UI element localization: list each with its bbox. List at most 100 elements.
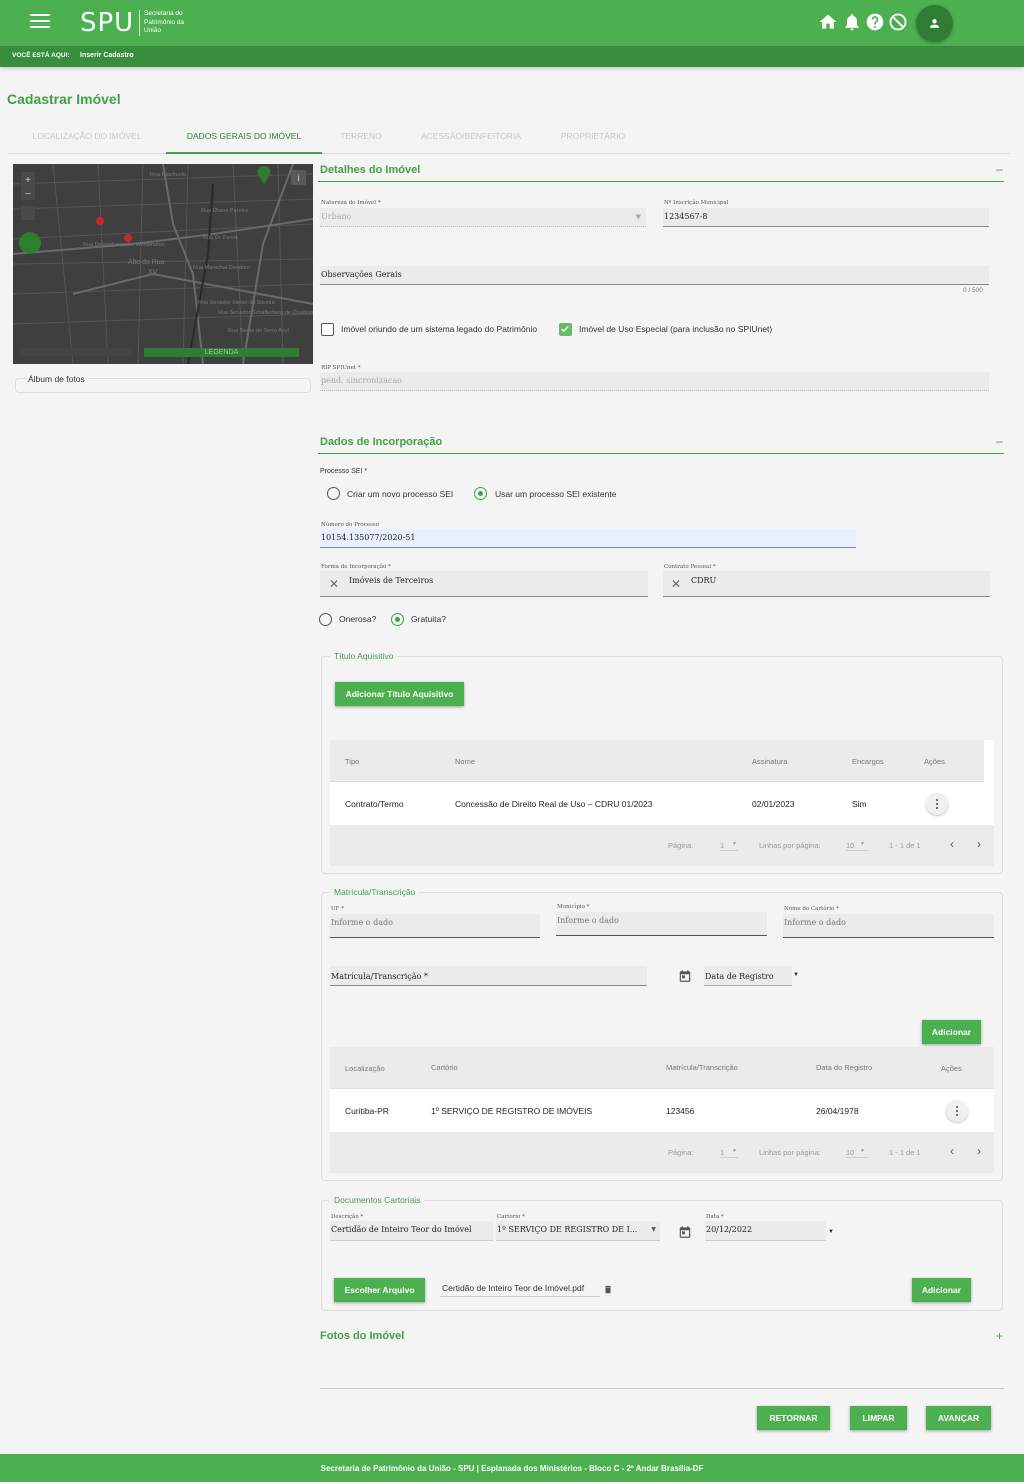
calendar-icon[interactable] bbox=[678, 969, 692, 983]
more-actions-icon[interactable] bbox=[926, 793, 948, 815]
chevron-down-icon: ▼ bbox=[732, 841, 737, 847]
tab-proprietario[interactable]: Proprietário bbox=[542, 120, 644, 154]
section-divider bbox=[318, 181, 1004, 182]
tab-dados-gerais[interactable]: Dados Gerais do Imóvel bbox=[166, 120, 322, 154]
block-icon[interactable] bbox=[888, 12, 908, 32]
radio-gratuita[interactable] bbox=[391, 613, 404, 626]
next-page-icon[interactable]: › bbox=[977, 837, 981, 851]
matricula-input[interactable]: Matrícula/Transcrição * bbox=[330, 966, 647, 986]
section-divider bbox=[318, 453, 1004, 454]
linhas-label: Linhas por página: bbox=[759, 1148, 821, 1157]
table-header bbox=[330, 740, 984, 782]
detalhes-collapse-toggle[interactable]: – bbox=[996, 162, 1003, 176]
linhas-label: Linhas por página: bbox=[759, 841, 821, 850]
column-header: Encargos bbox=[852, 757, 884, 766]
clear-icon[interactable]: ✕ bbox=[329, 574, 339, 594]
cartorio-input[interactable]: Informe o dado bbox=[783, 914, 994, 938]
svg-text:XV: XV bbox=[148, 269, 158, 276]
next-page-icon[interactable]: › bbox=[977, 1144, 981, 1158]
map-legend-button[interactable]: LEGENDA bbox=[144, 348, 299, 357]
gratuita-label: Gratuita? bbox=[411, 614, 446, 624]
forma-select[interactable]: Imóveis de Terceiros ✕ bbox=[320, 571, 648, 597]
radio-novo-processo[interactable] bbox=[327, 487, 340, 500]
cell-localizacao: Curitiba-PR bbox=[345, 1106, 389, 1116]
contrato-select[interactable]: CDRU ✕ bbox=[663, 571, 990, 597]
svg-text:i: i bbox=[298, 173, 300, 183]
cell-tipo: Contrato/Termo bbox=[345, 799, 404, 809]
add-titulo-button[interactable]: Adicionar Título Aquisitivo bbox=[335, 682, 464, 706]
municipio-input[interactable]: Informe o dado bbox=[556, 912, 767, 936]
titulo-legend: Título Aquisitivo bbox=[330, 651, 398, 661]
menu-icon[interactable] bbox=[30, 14, 50, 30]
bell-icon[interactable] bbox=[842, 12, 862, 32]
incorporacao-section-title: Dados de Incorporação bbox=[320, 436, 443, 448]
data-doc-input[interactable]: 20/12/2022 bbox=[705, 1221, 826, 1241]
uso-especial-checkbox[interactable] bbox=[559, 323, 572, 336]
observacoes-input[interactable]: Observações Gerais bbox=[320, 266, 989, 285]
cartorio-label: Nome do Cartório * bbox=[784, 906, 839, 912]
data-registro-input[interactable]: Data de Registro bbox=[704, 966, 792, 986]
prev-page-icon[interactable]: ‹ bbox=[950, 1144, 954, 1158]
uso-especial-label: Imóvel de Uso Especial (para inclusão no… bbox=[579, 324, 773, 334]
tab-localizacao[interactable]: Localização do Imóvel bbox=[8, 120, 166, 154]
clear-icon[interactable]: ✕ bbox=[671, 574, 681, 594]
cartorio-doc-label: Cartorio * bbox=[497, 1214, 525, 1220]
table-row: Contrato/Termo Concessão de Direito Real… bbox=[330, 782, 994, 825]
logo-subtitle: Secretaria do Patrimônio da União bbox=[139, 10, 199, 36]
onerosa-label: Onerosa? bbox=[339, 614, 377, 624]
breadcrumb-current[interactable]: Inserir Cadastro bbox=[80, 52, 134, 59]
footer-text: Secretaria de Patrimônio da União - SPU … bbox=[320, 1464, 704, 1473]
map-streets: + − i Rua Riachuelo Rua Ébano Pereira Rua… bbox=[13, 164, 313, 364]
breadcrumb: VOCÊ ESTÁ AQUI: Inserir Cadastro bbox=[0, 46, 1024, 67]
top-app-bar: SPU Secretaria do Patrimônio da União bbox=[0, 0, 1024, 46]
trash-icon[interactable] bbox=[603, 1284, 613, 1295]
column-header: Data do Registro bbox=[816, 1063, 873, 1072]
descricao-input[interactable]: Certidão de Inteiro Teor do Imóvel bbox=[330, 1221, 493, 1241]
legado-checkbox[interactable] bbox=[321, 323, 334, 336]
uf-input[interactable]: Informe o dado bbox=[330, 914, 540, 938]
calendar-icon[interactable] bbox=[678, 1225, 692, 1239]
cell-cartorio: 1º SERVIÇO DE REGISTRO DE IMÓVEIS bbox=[431, 1106, 593, 1116]
chevron-down-icon[interactable]: ▼ bbox=[793, 972, 799, 978]
prev-page-icon[interactable]: ‹ bbox=[950, 837, 954, 851]
incorporacao-collapse-toggle[interactable]: – bbox=[996, 434, 1003, 448]
natureza-select[interactable]: Urbano ▼ bbox=[320, 208, 646, 227]
user-avatar[interactable] bbox=[916, 5, 953, 42]
rip-label: RIP SPIUnet * bbox=[321, 365, 361, 371]
property-map[interactable]: + − i Rua Riachuelo Rua Ébano Pereira Rua… bbox=[13, 164, 313, 364]
numero-processo-input[interactable]: 10154.135077/2020-51 bbox=[320, 529, 856, 548]
section-divider bbox=[320, 1388, 1004, 1389]
home-icon[interactable] bbox=[818, 12, 838, 32]
choose-file-button[interactable]: Escolher Arquivo bbox=[334, 1278, 425, 1302]
fotos-expand-toggle[interactable]: + bbox=[996, 1329, 1003, 1343]
retornar-button[interactable]: RETORNAR bbox=[757, 1406, 830, 1430]
limpar-button[interactable]: LIMPAR bbox=[850, 1406, 907, 1430]
tab-terreno[interactable]: Terreno bbox=[322, 120, 400, 154]
chevron-down-icon[interactable]: ▼ bbox=[828, 1229, 834, 1235]
matricula-table: Localização Cartório Matrícula/Transcriç… bbox=[330, 1047, 994, 1173]
breadcrumb-label: VOCÊ ESTÁ AQUI: bbox=[12, 52, 70, 59]
radio-processo-existente[interactable] bbox=[474, 487, 487, 500]
more-actions-icon[interactable] bbox=[946, 1100, 968, 1122]
table-pagination: Página: 1 ▼ Linhas por página: 10 ▼ 1 - … bbox=[330, 825, 994, 866]
tab-acessao[interactable]: Acessão/Benfeitoria bbox=[400, 120, 542, 154]
add-matricula-button[interactable]: Adicionar bbox=[922, 1020, 981, 1044]
cell-matricula: 123456 bbox=[666, 1106, 695, 1116]
documentos-legend: Documentos Cartoriais bbox=[330, 1195, 425, 1205]
natureza-label: Natureza do Imóvel * bbox=[321, 200, 381, 206]
cartorio-doc-select[interactable]: 1º SERVIÇO DE REGISTRO DE I... ▼ bbox=[496, 1221, 660, 1241]
avancar-button[interactable]: AVANÇAR bbox=[926, 1406, 991, 1430]
forma-label: Forma de Incorporação * bbox=[321, 564, 391, 570]
data-doc-label: Data * bbox=[706, 1214, 724, 1220]
inscricao-input[interactable]: 1234567-8 bbox=[663, 208, 989, 227]
cell-data: 26/04/1978 bbox=[816, 1106, 859, 1116]
help-icon[interactable] bbox=[865, 12, 885, 32]
inscricao-label: Nº Inscrição Municipal bbox=[664, 200, 729, 206]
fotos-section-title: Fotos do Imóvel bbox=[320, 1330, 405, 1342]
radio-novo-label: Criar um novo processo SEI bbox=[347, 489, 454, 499]
add-documento-button[interactable]: Adicionar bbox=[912, 1278, 971, 1302]
radio-onerosa[interactable] bbox=[319, 613, 332, 626]
column-header: Localização bbox=[345, 1064, 385, 1073]
svg-text:Rua Ébano Pereira: Rua Ébano Pereira bbox=[201, 207, 249, 214]
table-pagination: Página: 1 ▼ Linhas por página: 10 ▼ 1 - … bbox=[330, 1132, 994, 1173]
